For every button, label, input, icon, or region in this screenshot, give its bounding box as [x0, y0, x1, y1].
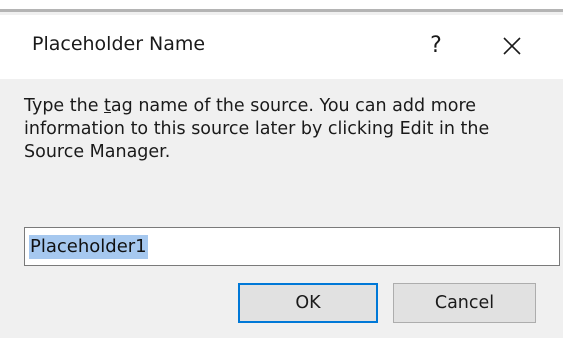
instruction-text: Type the tag name of the source. You can…	[24, 95, 554, 164]
placeholder-name-dialog: Placeholder Name ? Type the tag name of …	[0, 0, 563, 338]
tag-name-input[interactable]: Placeholder1	[24, 227, 560, 266]
close-button[interactable]	[490, 28, 534, 64]
title-bar: Placeholder Name ?	[0, 15, 563, 79]
close-icon	[503, 37, 521, 55]
access-key-t: t	[104, 96, 111, 116]
dialog-title: Placeholder Name	[32, 33, 206, 55]
ok-button[interactable]: OK	[238, 283, 378, 323]
cancel-button[interactable]: Cancel	[393, 283, 536, 323]
help-button[interactable]: ?	[418, 28, 454, 64]
window-top-border	[0, 0, 563, 12]
instruction-text-start: Type the	[24, 96, 105, 116]
tag-name-value: Placeholder1	[29, 234, 148, 259]
